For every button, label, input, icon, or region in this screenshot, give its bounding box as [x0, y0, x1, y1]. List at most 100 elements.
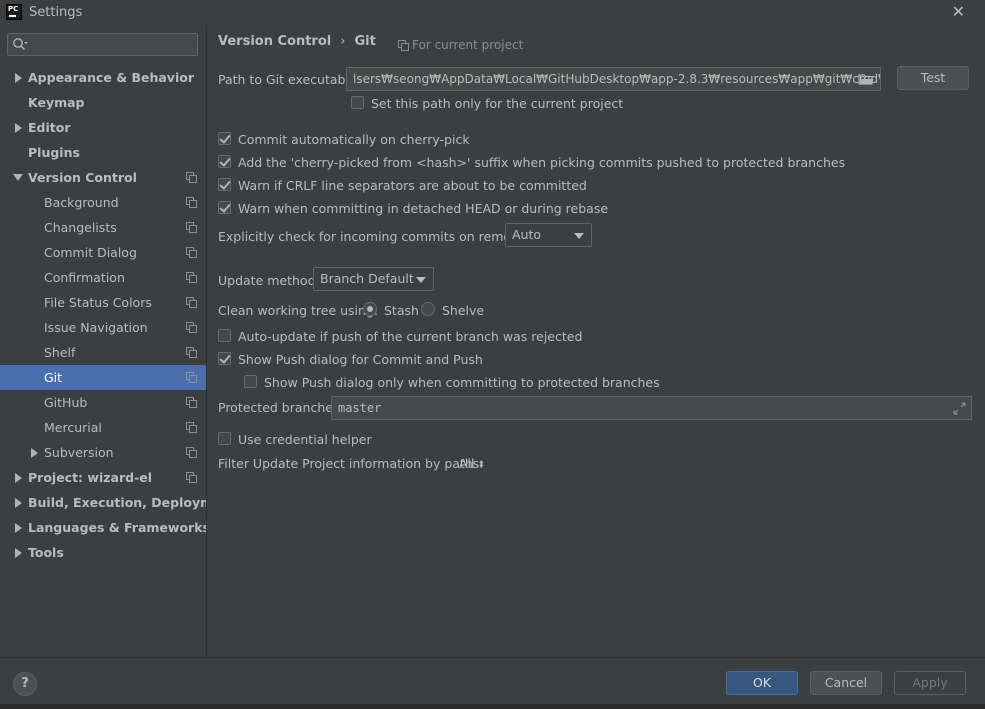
expand-right-icon[interactable] [12, 115, 24, 140]
project-scope-icon [186, 397, 197, 408]
apply-button[interactable]: Apply [894, 671, 966, 695]
git-settings-content: Version Control › Git For current project … [206, 25, 985, 657]
close-icon[interactable]: ✕ [952, 2, 965, 21]
expand-down-icon[interactable] [12, 165, 24, 190]
sidebar-item-plugins[interactable]: Plugins [0, 140, 206, 165]
sidebar-item-label: Appearance & Behavior [28, 70, 194, 85]
sidebar-item-label: Keymap [28, 95, 85, 110]
sidebar-item-confirmation[interactable]: Confirmation [0, 265, 206, 290]
sidebar-item-label: Languages & Frameworks [28, 520, 210, 535]
sidebar-item-mercurial[interactable]: Mercurial [0, 415, 206, 440]
sidebar-item-label: Background [44, 195, 119, 210]
breadcrumb-separator: › [340, 34, 346, 49]
sidebar-item-changelists[interactable]: Changelists [0, 215, 206, 240]
sidebar-item-label: Changelists [44, 220, 117, 235]
background-editor-strip [0, 704, 985, 709]
search-input[interactable] [32, 35, 192, 54]
protected-only-checkbox[interactable] [244, 375, 257, 388]
project-scope-icon [398, 40, 409, 51]
expand-right-icon[interactable] [12, 65, 24, 90]
settings-tree: Appearance & Behavior Keymap Editor Plugins… [0, 65, 236, 565]
sidebar-item-label: File Status Colors [44, 295, 152, 310]
filter-update-selector[interactable]: All ⬍ [459, 456, 485, 471]
sidebar-item-label: Version Control [28, 170, 137, 185]
sidebar-item-background[interactable]: Background [0, 190, 206, 215]
warn-crlf-label: Warn if CRLF line separators are about t… [238, 178, 587, 193]
protected-branches-field[interactable]: master [331, 396, 972, 420]
update-method-dropdown[interactable]: Branch Default [313, 267, 434, 291]
warn-detached-label: Warn when committing in detached HEAD or… [238, 201, 609, 216]
sidebar-item-commit-dialog[interactable]: Commit Dialog [0, 240, 206, 265]
sidebar-item-keymap[interactable]: Keymap [0, 90, 206, 115]
project-scope-icon [186, 247, 197, 258]
window-title: Settings [29, 5, 83, 20]
expand-right-icon[interactable] [28, 440, 40, 465]
chevron-down-icon [416, 277, 426, 283]
sidebar-item-shelf[interactable]: Shelf [0, 340, 206, 365]
sidebar-item-label: Git [44, 370, 63, 385]
expand-right-icon[interactable] [12, 465, 24, 490]
sidebar-item-subversion[interactable]: Subversion [0, 440, 206, 465]
dialog-footer: ? OK Cancel Apply [0, 657, 985, 709]
project-scope-icon [186, 172, 197, 183]
help-button[interactable]: ? [13, 672, 37, 696]
sidebar-item-project-wizard-el[interactable]: Project: wizard-el [0, 465, 206, 490]
expand-right-icon[interactable] [12, 490, 24, 515]
commit-cherry-pick-checkbox[interactable] [218, 132, 231, 145]
filter-update-label: Filter Update Project information by pat… [218, 456, 484, 471]
expand-right-icon[interactable] [12, 540, 24, 565]
project-only-checkbox[interactable] [351, 96, 364, 109]
project-scope-icon [186, 297, 197, 308]
expand-icon[interactable] [953, 402, 966, 415]
commit-cherry-pick-label: Commit automatically on cherry-pick [238, 132, 470, 147]
shelve-radio[interactable] [421, 302, 435, 316]
cherry-suffix-checkbox[interactable] [218, 155, 231, 168]
sidebar-item-tools[interactable]: Tools [0, 540, 206, 565]
sidebar-item-label: Project: wizard-el [28, 470, 153, 485]
sidebar-item-build-execution-deployment[interactable]: Build, Execution, Deployment [0, 490, 236, 515]
protected-branches-value: master [338, 401, 382, 415]
sidebar-item-appearance-behavior[interactable]: Appearance & Behavior [0, 65, 206, 90]
settings-sidebar: Appearance & Behavior Keymap Editor Plugins… [0, 25, 236, 657]
cancel-button[interactable]: Cancel [810, 671, 882, 695]
sidebar-item-file-status-colors[interactable]: File Status Colors [0, 290, 206, 315]
warn-crlf-checkbox[interactable] [218, 178, 231, 191]
sidebar-item-editor[interactable]: Editor [0, 115, 206, 140]
project-scope-icon [186, 347, 197, 358]
expand-right-icon[interactable] [12, 515, 24, 540]
auto-update-checkbox[interactable] [218, 329, 231, 342]
sidebar-item-label: Shelf [44, 345, 76, 360]
project-only-label: Set this path only for the current proje… [371, 96, 624, 111]
project-scope-icon [186, 197, 197, 208]
incoming-commits-value: Auto [512, 227, 542, 242]
show-push-dialog-label: Show Push dialog for Commit and Push [238, 352, 483, 367]
protected-only-label: Show Push dialog only when committing to… [264, 375, 660, 390]
update-method-label: Update method: [218, 273, 320, 288]
sidebar-item-version-control[interactable]: Version Control [0, 165, 206, 190]
sidebar-item-issue-navigation[interactable]: Issue Navigation [0, 315, 206, 340]
project-scope-icon [186, 272, 197, 283]
sidebar-item-github[interactable]: GitHub [0, 390, 206, 415]
scope-hint: For current project [398, 38, 523, 52]
project-scope-icon [186, 422, 197, 433]
sidebar-item-label: Mercurial [44, 420, 102, 435]
sidebar-item-label: Issue Navigation [44, 320, 148, 335]
project-scope-icon [186, 322, 197, 333]
breadcrumb-current: Git [354, 34, 376, 49]
credential-helper-checkbox[interactable] [218, 432, 231, 445]
folder-icon[interactable] [858, 73, 874, 85]
sidebar-item-languages-frameworks[interactable]: Languages & Frameworks [0, 515, 210, 540]
sidebar-item-label: Commit Dialog [44, 245, 137, 260]
git-path-field[interactable]: lsers₩seong₩AppData₩Local₩GitHubDesktop₩… [346, 67, 881, 91]
sidebar-item-git[interactable]: Git [0, 365, 206, 390]
ok-button[interactable]: OK [726, 671, 798, 695]
project-scope-icon [186, 222, 197, 233]
stash-radio[interactable] [363, 302, 377, 316]
warn-detached-checkbox[interactable] [218, 201, 231, 214]
incoming-commits-dropdown[interactable]: Auto [505, 223, 592, 247]
project-scope-icon [186, 472, 197, 483]
search-box[interactable] [7, 33, 198, 56]
breadcrumb-parent[interactable]: Version Control [218, 34, 331, 49]
test-button[interactable]: Test [897, 66, 969, 90]
show-push-dialog-checkbox[interactable] [218, 352, 231, 365]
